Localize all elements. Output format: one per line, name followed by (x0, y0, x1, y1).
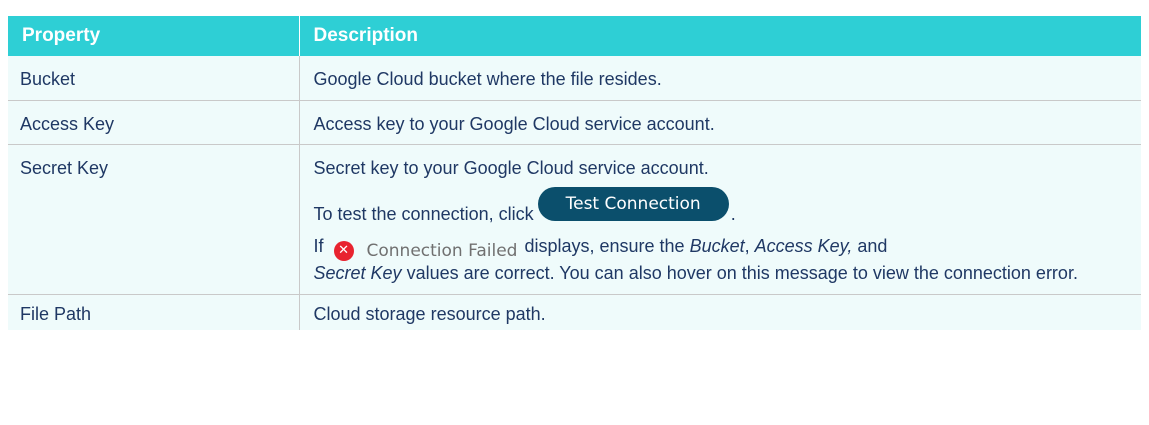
access-key-term: Access Key, (754, 235, 853, 256)
fail-text-part2: values are correct. You can also hover o… (406, 262, 1078, 283)
and-text: and (857, 235, 888, 256)
test-connection-instruction: To test the connection, click Test Conne… (313, 186, 1128, 225)
table-row: Secret Key Secret key to your Google Clo… (8, 144, 1141, 295)
header-property: Property (8, 16, 300, 56)
property-cell: Access Key (8, 100, 300, 145)
table-row: Access Key Access key to your Google Clo… (8, 100, 1141, 145)
description-cell: Access key to your Google Cloud service … (299, 100, 1141, 145)
fail-text-part1: displays, ensure the (524, 235, 685, 256)
secret-key-term: Secret Key (313, 262, 402, 283)
error-circle-x-icon: ✕ (333, 240, 354, 261)
property-table: Property Description Bucket Google Cloud… (8, 16, 1141, 330)
description-cell: Secret key to your Google Cloud service … (299, 144, 1141, 295)
table-header-row: Property Description (8, 16, 1141, 56)
property-cell: File Path (8, 294, 300, 330)
test-connection-button[interactable]: Test Connection (537, 186, 729, 221)
description-cell: Google Cloud bucket where the file resid… (299, 56, 1141, 101)
header-description: Description (299, 16, 1141, 56)
comma-text: , (744, 235, 750, 256)
if-text: If (313, 235, 324, 256)
property-cell: Secret Key (8, 144, 300, 295)
table-row: File Path Cloud storage resource path. (8, 294, 1141, 330)
test-prefix-text: To test the connection, click (313, 203, 534, 224)
page: Property Description Bucket Google Cloud… (0, 0, 1149, 425)
bucket-term: Bucket (689, 235, 745, 256)
property-cell: Bucket (8, 56, 300, 101)
connection-failed-note: If ✕ Connection Failed displays, ensure th… (314, 235, 1128, 284)
description-cell: Cloud storage resource path. (299, 294, 1141, 330)
table-row: Bucket Google Cloud bucket where the fil… (8, 56, 1141, 101)
connection-failed-label: Connection Failed (366, 240, 518, 261)
connection-failed-badge[interactable]: ✕ Connection Failed (333, 240, 518, 262)
test-suffix-text: . (730, 203, 736, 224)
secret-key-description: Secret key to your Google Cloud service … (313, 157, 709, 178)
